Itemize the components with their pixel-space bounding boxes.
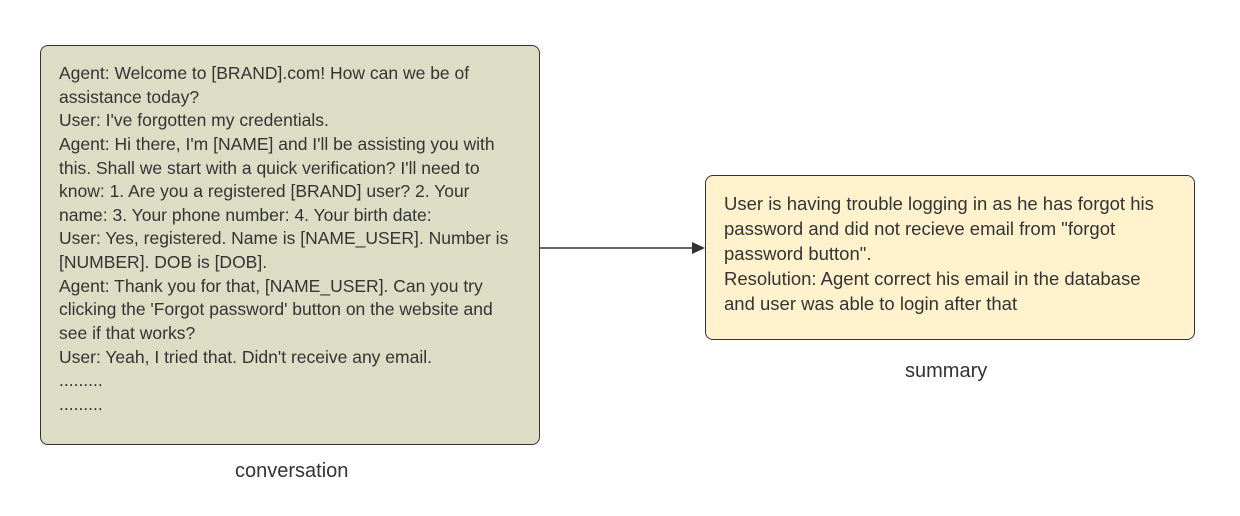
arrow-icon bbox=[540, 238, 705, 258]
summary-box: User is having trouble logging in as he … bbox=[705, 175, 1195, 340]
conversation-line: Agent: Welcome to [BRAND].com! How can w… bbox=[59, 62, 521, 109]
conversation-label: conversation bbox=[235, 460, 348, 483]
conversation-box: Agent: Welcome to [BRAND].com! How can w… bbox=[40, 45, 540, 445]
conversation-line: ......... bbox=[59, 393, 521, 417]
conversation-line: User: I've forgotten my credentials. bbox=[59, 109, 521, 133]
conversation-line: Agent: Hi there, I'm [NAME] and I'll be … bbox=[59, 133, 521, 228]
conversation-line: User: Yes, registered. Name is [NAME_USE… bbox=[59, 227, 521, 274]
conversation-line: Agent: Thank you for that, [NAME_USER]. … bbox=[59, 275, 521, 346]
conversation-line: ......... bbox=[59, 369, 521, 393]
conversation-line: User: Yeah, I tried that. Didn't receive… bbox=[59, 346, 521, 370]
summary-content: User is having trouble logging in as he … bbox=[724, 192, 1176, 317]
conversation-content: Agent: Welcome to [BRAND].com! How can w… bbox=[59, 62, 521, 416]
summary-label: summary bbox=[905, 360, 987, 383]
